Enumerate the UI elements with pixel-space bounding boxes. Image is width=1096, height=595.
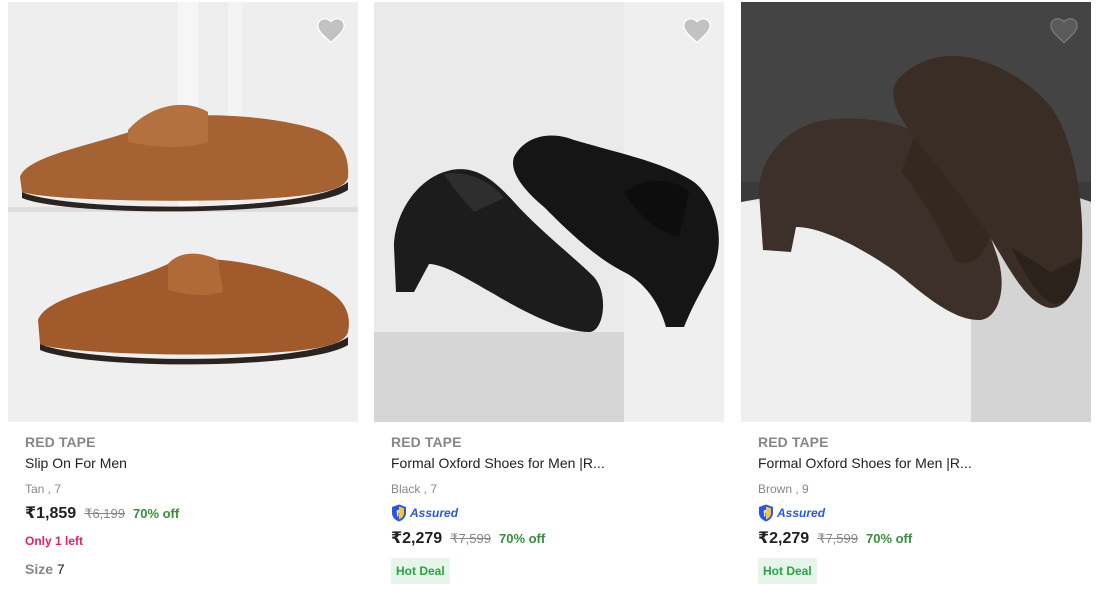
product-info: RED TAPE Slip On For Men Tan , 7 ₹1,859 … (25, 432, 350, 578)
product-price: ₹2,279 (391, 530, 443, 547)
hot-deal-badge: Hot Deal (391, 558, 450, 584)
stock-note: Only 1 left (25, 534, 84, 548)
assured-label: Assured (777, 506, 826, 520)
product-mrp: ₹7,599 (450, 531, 491, 546)
product-discount: 70% off (132, 506, 180, 521)
product-brand: RED TAPE (391, 434, 462, 450)
product-card[interactable]: RED TAPE Formal Oxford Shoes for Men |R.… (741, 0, 1091, 595)
heart-icon[interactable] (682, 16, 712, 44)
product-mrp: ₹6,199 (84, 506, 125, 521)
product-variant: Tan , 7 (25, 482, 62, 496)
product-title[interactable]: Formal Oxford Shoes for Men |R... (391, 452, 716, 474)
heart-icon[interactable] (1049, 16, 1079, 44)
assured-label: Assured (410, 506, 459, 520)
heart-icon[interactable] (316, 16, 346, 44)
price-row: ₹2,279 ₹7,599 70% off (391, 528, 716, 550)
price-row: ₹1,859 ₹6,199 70% off (25, 503, 350, 525)
brown-oxford-image (741, 2, 1091, 422)
black-oxford-image (374, 2, 724, 422)
product-image[interactable] (8, 2, 358, 422)
product-info: RED TAPE Formal Oxford Shoes for Men |R.… (391, 432, 716, 584)
hot-deal-badge: Hot Deal (758, 558, 817, 584)
product-card[interactable]: RED TAPE Slip On For Men Tan , 7 ₹1,859 … (8, 0, 358, 595)
product-variant: Brown , 9 (758, 482, 809, 496)
product-discount: 70% off (498, 531, 546, 546)
price-row: ₹2,279 ₹7,599 70% off (758, 528, 1083, 550)
product-mrp: ₹7,599 (817, 531, 858, 546)
product-title[interactable]: Slip On For Men (25, 452, 350, 474)
product-image[interactable] (374, 2, 724, 422)
product-discount: 70% off (865, 531, 913, 546)
product-price: ₹2,279 (758, 530, 810, 547)
assured-badge: f Assured (758, 504, 1083, 522)
product-brand: RED TAPE (25, 434, 96, 450)
assured-shield-icon: f (392, 504, 406, 522)
tan-loafer-image (8, 2, 358, 422)
assured-shield-icon: f (759, 504, 773, 522)
product-title[interactable]: Formal Oxford Shoes for Men |R... (758, 452, 1083, 474)
size-value: 7 (56, 561, 65, 577)
size-label: Size (25, 561, 54, 577)
product-price: ₹1,859 (25, 505, 77, 522)
product-variant: Black , 7 (391, 482, 438, 496)
product-info: RED TAPE Formal Oxford Shoes for Men |R.… (758, 432, 1083, 584)
product-image[interactable] (741, 2, 1091, 422)
product-card[interactable]: RED TAPE Formal Oxford Shoes for Men |R.… (374, 0, 724, 595)
size-row: Size 7 (25, 560, 350, 578)
assured-badge: f Assured (391, 504, 716, 522)
product-brand: RED TAPE (758, 434, 829, 450)
